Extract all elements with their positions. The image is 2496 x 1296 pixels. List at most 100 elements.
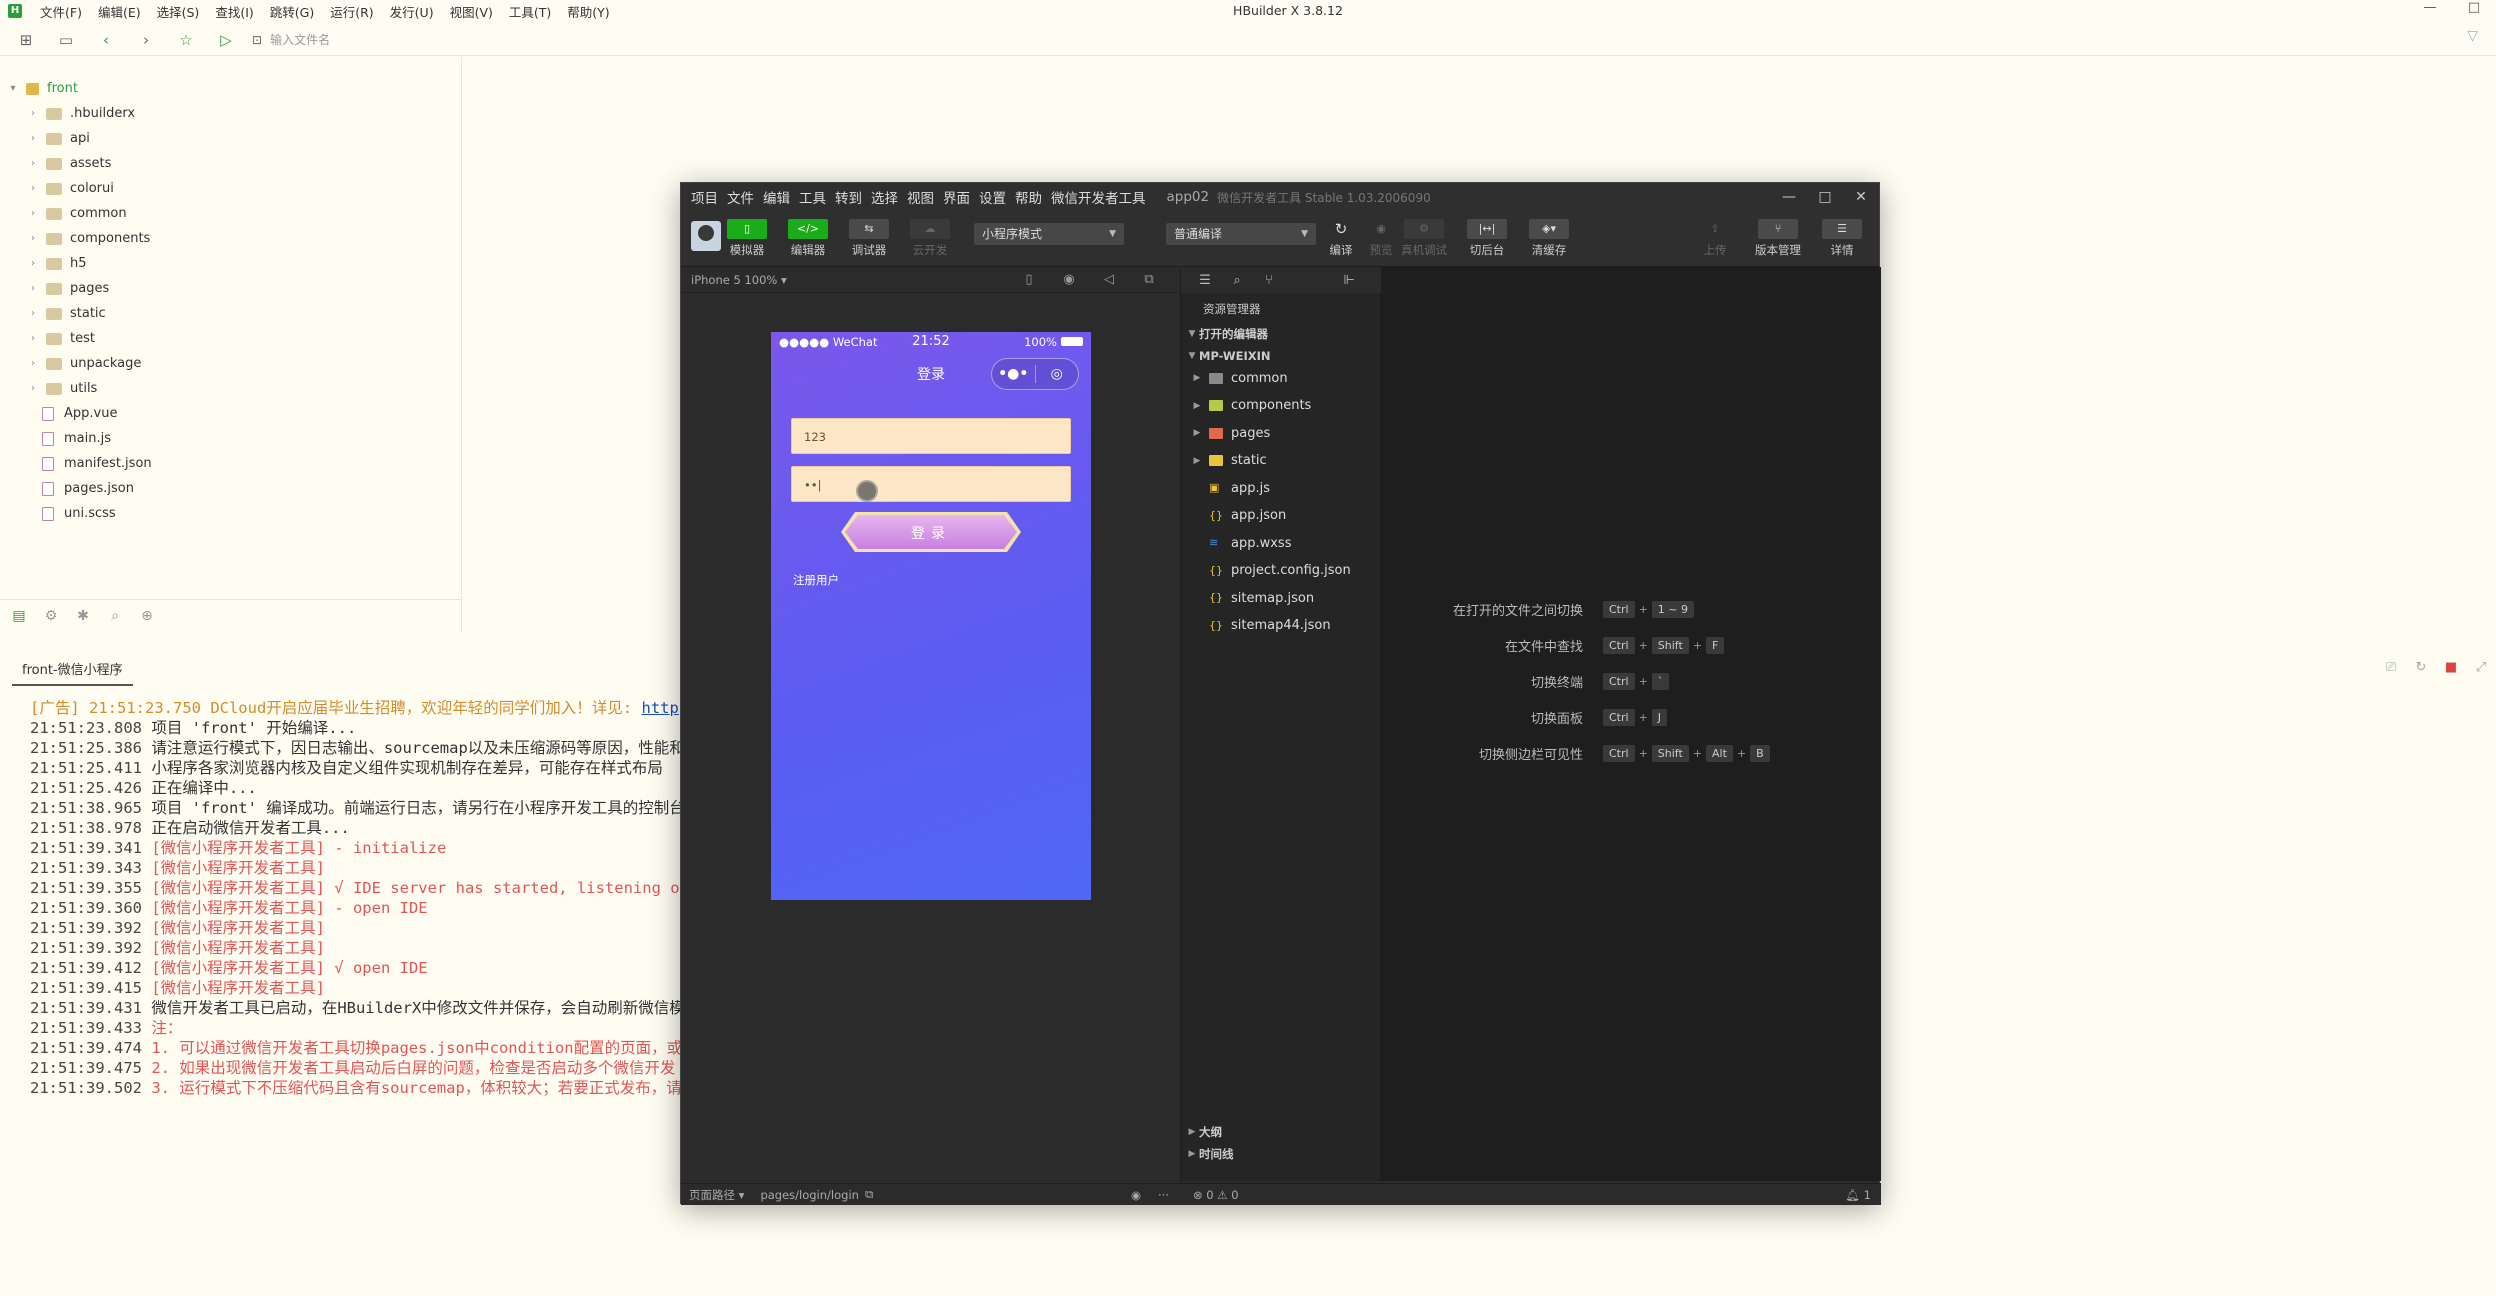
resource-item[interactable]: ▶ pages	[1181, 422, 1381, 444]
outline-section[interactable]: ▶ 大纲	[1181, 1121, 1381, 1143]
wechat-menu-item[interactable]: 界面	[943, 187, 970, 207]
compile-select[interactable]: 普通编译 ▼	[1166, 223, 1316, 245]
menu-item[interactable]: 选择(S)	[149, 2, 208, 21]
resource-item[interactable]: {} sitemap44.json	[1181, 615, 1381, 637]
volume-icon[interactable]: ◁	[1089, 272, 1129, 287]
resource-item[interactable]: ▶ components	[1181, 395, 1381, 417]
resource-item[interactable]: {} app.json	[1181, 505, 1381, 527]
password-input[interactable]: ••|	[791, 466, 1071, 502]
page-path-label[interactable]: 页面路径 ▾	[689, 1187, 744, 1203]
more-icon[interactable]: •●•	[992, 366, 1035, 382]
mode-select[interactable]: 小程序模式 ▼	[974, 223, 1124, 245]
tree-item[interactable]: main.js	[34, 426, 111, 451]
username-input[interactable]: 123	[791, 418, 1071, 454]
resource-item[interactable]: {} sitemap.json	[1181, 587, 1381, 609]
tree-root[interactable]: ▾ front	[6, 76, 77, 101]
record-icon[interactable]: ◉	[1049, 272, 1089, 287]
wechat-menu-item[interactable]: 帮助	[1015, 187, 1042, 207]
details-button[interactable]: ☰ 详情	[1819, 219, 1865, 258]
tree-item[interactable]: › colorui	[26, 176, 114, 201]
save-icon[interactable]: ▭	[52, 28, 80, 52]
eye-icon[interactable]: ◉	[1131, 1188, 1141, 1202]
tree-item[interactable]: › h5	[26, 251, 87, 276]
stop-icon[interactable]: ■	[2436, 660, 2466, 675]
preview-button[interactable]: ◉ 预览	[1358, 219, 1404, 258]
git-icon[interactable]: ⑂	[1253, 273, 1285, 288]
run-again-icon[interactable]: ↻	[2406, 660, 2436, 675]
tree-item[interactable]: › test	[26, 326, 95, 351]
timeline-section[interactable]: ▶ 时间线	[1181, 1143, 1381, 1165]
maximize-panel-icon[interactable]: ⤢	[2466, 660, 2496, 675]
file-search[interactable]: ⊡ 输入文件名	[252, 31, 330, 48]
version-mgmt-button[interactable]: ⑂ 版本管理	[1755, 219, 1801, 258]
register-link[interactable]: 注册用户	[793, 572, 839, 588]
debugger-button[interactable]: ⇆ 调试器	[846, 219, 892, 258]
upload-button[interactable]: ⇪ 上传	[1692, 219, 1738, 258]
problems-status[interactable]: ⊗ 0 ⚠ 0	[1193, 1188, 1239, 1202]
menu-item[interactable]: 运行(R)	[322, 2, 381, 21]
bookmark-icon[interactable]: ☆	[172, 28, 200, 52]
wechat-menu-item[interactable]: 编辑	[763, 187, 790, 207]
plugin-icon[interactable]: ⊕	[136, 608, 158, 626]
gear-icon[interactable]: ⚙	[40, 608, 62, 626]
tree-item[interactable]: › utils	[26, 376, 97, 401]
wechat-menu-item[interactable]: 文件	[727, 187, 754, 207]
notification-count[interactable]: 🔔︎ 1	[1845, 1188, 1871, 1202]
open-editors-section[interactable]: ▼ 打开的编辑器	[1181, 323, 1381, 345]
background-button[interactable]: |↔| 切后台	[1464, 219, 1510, 258]
avatar[interactable]	[691, 221, 721, 251]
tree-item[interactable]: › api	[26, 126, 90, 151]
wechat-menu-item[interactable]: 视图	[907, 187, 934, 207]
clear-console-icon[interactable]: ⎚	[2376, 660, 2406, 675]
resource-item[interactable]: ▣ app.js	[1181, 477, 1381, 499]
tree-item[interactable]: › unpackage	[26, 351, 141, 376]
menu-item[interactable]: 发行(U)	[382, 2, 442, 21]
more-icon[interactable]: ···	[1158, 1188, 1169, 1202]
menu-item[interactable]: 查找(I)	[207, 2, 261, 21]
tree-item[interactable]: App.vue	[34, 401, 117, 426]
tree-item[interactable]: › components	[26, 226, 150, 251]
wechat-menu-item[interactable]: 转到	[835, 187, 862, 207]
search-icon[interactable]: ⌕	[104, 608, 126, 626]
wechat-menu-item[interactable]: 设置	[979, 187, 1006, 207]
menu-item[interactable]: 跳转(G)	[262, 2, 322, 21]
menu-item[interactable]: 视图(V)	[442, 2, 501, 21]
console-link[interactable]: http	[641, 699, 678, 717]
detach-icon[interactable]: ⧉	[1129, 272, 1169, 287]
close-icon[interactable]: ✕	[1843, 183, 1879, 211]
resource-item[interactable]: ▶ static	[1181, 450, 1381, 472]
resource-item[interactable]: ▶ common	[1181, 367, 1381, 389]
real-debug-button[interactable]: ⚙ 真机调试	[1401, 219, 1447, 258]
back-icon[interactable]: ‹	[92, 28, 120, 52]
run-icon[interactable]: ▷	[212, 28, 240, 52]
tree-item[interactable]: › pages	[26, 276, 109, 301]
tree-item[interactable]: pages.json	[34, 476, 134, 501]
bug-icon[interactable]: ✱	[72, 608, 94, 626]
resource-item[interactable]: ≋ app.wxss	[1181, 532, 1381, 554]
copy-icon[interactable]: ⧉	[865, 1187, 873, 1202]
wechat-menu-item[interactable]: 微信开发者工具	[1051, 187, 1146, 207]
search-icon[interactable]: ⌕	[1221, 273, 1253, 288]
resource-item[interactable]: {} project.config.json	[1181, 560, 1381, 582]
cloud-button[interactable]: ☁ 云开发	[907, 219, 953, 258]
menu-item[interactable]: 工具(T)	[501, 2, 559, 21]
minimize-icon[interactable]: —	[1771, 183, 1807, 211]
filter-icon[interactable]: ▽	[2467, 28, 2478, 44]
folder-icon[interactable]: ▤	[8, 608, 30, 626]
tree-item[interactable]: › assets	[26, 151, 111, 176]
menu-item[interactable]: 文件(F)	[32, 2, 90, 21]
menu-item[interactable]: 帮助(Y)	[559, 2, 617, 21]
simulator-button[interactable]: ▯ 模拟器	[724, 219, 770, 258]
editor-button[interactable]: </> 编辑器	[785, 219, 831, 258]
wechat-menu-item[interactable]: 工具	[799, 187, 826, 207]
close-mini-icon[interactable]: ◎	[1036, 366, 1079, 382]
forward-icon[interactable]: ›	[132, 28, 160, 52]
capsule-button[interactable]: •●• ◎	[991, 358, 1079, 390]
new-file-icon[interactable]: ⊞	[12, 28, 40, 52]
maximize-icon[interactable]: □	[1807, 183, 1843, 211]
tree-item[interactable]: › static	[26, 301, 106, 326]
login-button[interactable]: 登录	[841, 512, 1021, 552]
split-icon[interactable]: ⊩	[1333, 273, 1365, 288]
project-section[interactable]: ▼ MP-WEIXIN	[1181, 345, 1381, 367]
tree-item[interactable]: › common	[26, 201, 127, 226]
